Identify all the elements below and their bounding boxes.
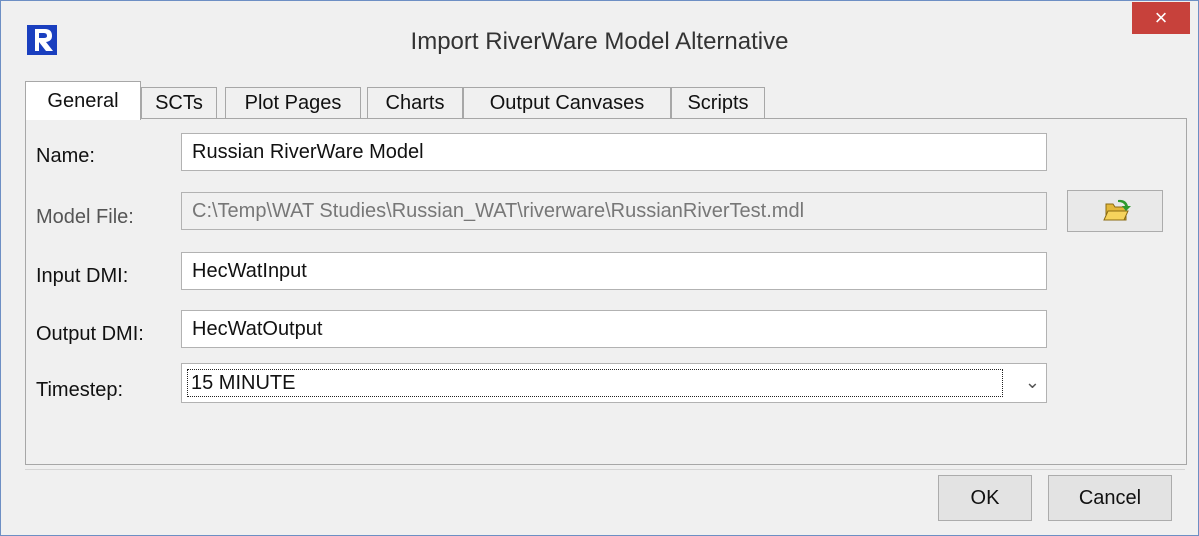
timestep-select[interactable]: 15 MINUTE ⌄	[181, 363, 1047, 403]
tab-general[interactable]: General	[25, 81, 141, 120]
timestep-value: 15 MINUTE	[187, 369, 1003, 397]
name-label: Name:	[36, 145, 95, 167]
input-dmi-field[interactable]: HecWatInput	[181, 252, 1047, 290]
ok-button[interactable]: OK	[938, 475, 1032, 521]
model-file-field: C:\Temp\WAT Studies\Russian_WAT\riverwar…	[181, 192, 1047, 230]
window-title: Import RiverWare Model Alternative	[410, 28, 789, 55]
open-folder-icon	[1103, 199, 1131, 221]
footer-divider	[25, 469, 1185, 470]
output-dmi-label: Output DMI:	[36, 323, 144, 345]
browse-button[interactable]	[1067, 190, 1163, 232]
timestep-label: Timestep:	[36, 379, 124, 401]
tab-scts[interactable]: SCTs	[141, 87, 217, 118]
output-dmi-field[interactable]: HecWatOutput	[181, 310, 1047, 348]
chevron-down-icon[interactable]: ⌄	[1025, 372, 1040, 393]
cancel-button[interactable]: Cancel	[1048, 475, 1172, 521]
name-field[interactable]: Russian RiverWare Model	[181, 133, 1047, 171]
tab-charts[interactable]: Charts	[367, 87, 463, 118]
title-bar: Import RiverWare Model Alternative ×	[1, 1, 1198, 81]
tab-plot-pages[interactable]: Plot Pages	[225, 87, 361, 118]
tab-scripts[interactable]: Scripts	[671, 87, 765, 118]
close-button[interactable]: ×	[1132, 2, 1190, 34]
general-panel: Name: Russian RiverWare Model Model File…	[25, 118, 1187, 465]
dialog-window: Import RiverWare Model Alternative × Gen…	[0, 0, 1199, 536]
model-file-label: Model File:	[36, 206, 134, 228]
input-dmi-label: Input DMI:	[36, 265, 129, 287]
tab-output-canvases[interactable]: Output Canvases	[463, 87, 671, 118]
